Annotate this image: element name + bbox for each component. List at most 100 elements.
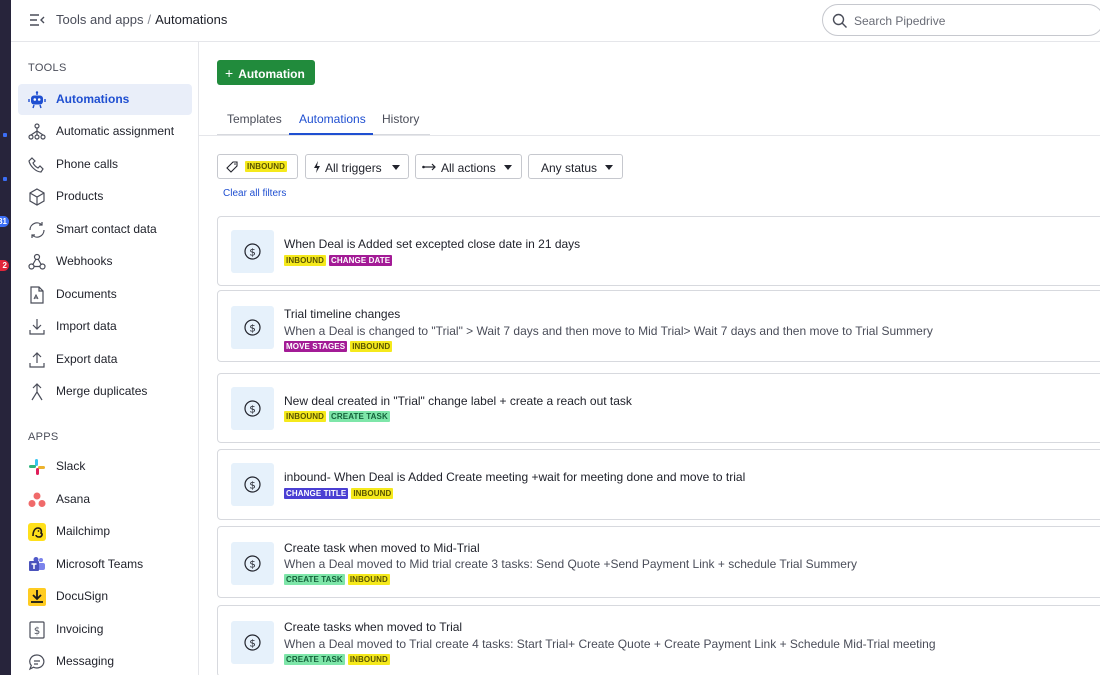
sidebar-item-label: Documents — [56, 287, 117, 301]
phone-icon — [28, 157, 44, 173]
tag-badge: INBOUND — [350, 341, 393, 352]
sidebar-item-messaging[interactable]: Messaging — [18, 646, 192, 675]
deal-icon-tile: $ — [231, 230, 274, 273]
sidebar-item-label: Microsoft Teams — [56, 557, 144, 571]
automation-card[interactable]: $ Create task when moved to Mid-Trial Wh… — [217, 526, 1100, 598]
actions-filter-dropdown[interactable]: All actions — [415, 154, 522, 179]
sidebar-item-label: Import data — [56, 319, 117, 333]
dollar-circle-icon: $ — [244, 634, 261, 651]
sidebar-item-label: Slack — [56, 459, 86, 473]
status-filter-dropdown[interactable]: Any status — [528, 154, 623, 179]
main-content: + Automation Templates Automations Histor… — [199, 42, 1100, 675]
sidebar-item-mailchimp[interactable]: Mailchimp — [18, 516, 192, 547]
sidebar-item-label: Products — [56, 189, 104, 203]
breadcrumb-tools-and-apps[interactable]: Tools and apps — [56, 12, 143, 27]
dollar-circle-icon: $ — [244, 555, 261, 572]
tab-history[interactable]: History — [382, 112, 419, 126]
deal-icon-tile: $ — [231, 463, 274, 506]
sidebar-item-import-data[interactable]: Import data — [18, 311, 192, 342]
svg-text:$: $ — [249, 324, 255, 335]
sidebar-item-export-data[interactable]: Export data — [18, 344, 192, 375]
tag-filter[interactable]: INBOUND — [217, 154, 298, 179]
sidebar-item-merge-duplicates[interactable]: Merge duplicates — [18, 376, 192, 407]
automation-card[interactable]: $ Trial timeline changes When a Deal is … — [217, 290, 1100, 362]
triggers-filter-dropdown[interactable]: All triggers — [305, 154, 409, 179]
sidebar-item-label: DocuSign — [56, 589, 109, 603]
automation-title: Create tasks when moved to Trial — [284, 620, 463, 634]
automation-card[interactable]: $ When Deal is Added set excepted close … — [217, 216, 1100, 286]
automation-title: Trial timeline changes — [284, 307, 401, 321]
sidebar-item-products[interactable]: Products — [18, 181, 192, 212]
automation-tags: CREATE TASK INBOUND — [284, 574, 393, 588]
arrows-icon — [422, 163, 436, 171]
sidebar-item-label: Automations — [56, 92, 130, 106]
tag-badge: MOVE STAGES — [284, 341, 348, 352]
search-box[interactable] — [822, 4, 1100, 36]
sidebar-item-microsoft-teams[interactable]: Microsoft Teams — [18, 549, 192, 580]
tab-automations[interactable]: Automations — [299, 112, 366, 126]
sidebar-item-documents[interactable]: Documents — [18, 279, 192, 310]
sidebar-item-docusign[interactable]: DocuSign — [18, 581, 192, 612]
tag-badge: INBOUND — [284, 255, 327, 266]
sidebar-item-smart-contact-data[interactable]: Smart contact data — [18, 214, 192, 245]
chevron-down-icon — [504, 165, 512, 170]
sidebar: TOOLS Automations Automatic assignment P… — [11, 42, 199, 675]
sidebar-item-invoicing[interactable]: $ Invoicing — [18, 614, 192, 645]
notification-badge[interactable]: 2 — [0, 260, 9, 271]
import-icon — [29, 319, 45, 335]
automation-card[interactable]: $ inbound- When Deal is Added Create mee… — [217, 449, 1100, 520]
sidebar-item-slack[interactable]: Slack — [18, 451, 192, 482]
automation-title: Create task when moved to Mid-Trial — [284, 541, 480, 555]
svg-text:$: $ — [249, 639, 255, 650]
add-automation-button[interactable]: + Automation — [217, 60, 315, 85]
sidebar-item-label: Smart contact data — [56, 222, 157, 236]
strip-indicator-dot[interactable] — [3, 177, 7, 181]
svg-text:$: $ — [34, 626, 40, 637]
notification-badge[interactable]: 31 — [0, 216, 9, 227]
sidebar-item-phone-calls[interactable]: Phone calls — [18, 149, 192, 180]
svg-text:$: $ — [249, 405, 255, 416]
automation-card[interactable]: $ Create tasks when moved to Trial When … — [217, 605, 1100, 675]
svg-text:$: $ — [249, 560, 255, 571]
tab-templates[interactable]: Templates — [227, 112, 282, 126]
deal-icon-tile: $ — [231, 387, 274, 430]
microsoft-teams-icon — [29, 557, 45, 571]
asana-icon — [28, 492, 46, 507]
apps-heading: APPS — [28, 431, 59, 443]
sidebar-item-label: Merge duplicates — [56, 384, 148, 398]
tag-badge: INBOUND — [347, 654, 390, 665]
dollar-circle-icon: $ — [244, 476, 261, 493]
dollar-circle-icon: $ — [244, 243, 261, 260]
deal-icon-tile: $ — [231, 621, 274, 664]
triggers-filter-label: All triggers — [325, 161, 382, 175]
tag-badge: CREATE TASK — [329, 411, 390, 422]
automation-description: When a Deal is changed to "Trial" > Wait… — [284, 324, 933, 338]
breadcrumb: Tools and apps / Automations — [56, 12, 227, 27]
automation-tags: INBOUND CHANGE DATE — [284, 255, 395, 269]
deal-icon-tile: $ — [231, 542, 274, 585]
automation-tags: MOVE STAGES INBOUND — [284, 341, 395, 355]
top-bar: Tools and apps / Automations — [11, 0, 1100, 42]
plus-icon: + — [225, 64, 234, 81]
merge-icon — [31, 383, 43, 401]
sidebar-item-automatic-assignment[interactable]: Automatic assignment — [18, 116, 192, 147]
sidebar-item-asana[interactable]: Asana — [18, 484, 192, 515]
clear-all-filters-link[interactable]: Clear all filters — [223, 188, 286, 199]
chevron-down-icon — [392, 165, 400, 170]
sidebar-item-automations[interactable]: Automations — [18, 84, 192, 115]
automation-tags: CHANGE TITLE INBOUND — [284, 488, 396, 502]
svg-text:$: $ — [249, 248, 255, 259]
automation-card[interactable]: $ New deal created in "Trial" change lab… — [217, 373, 1100, 443]
tag-icon — [226, 161, 238, 173]
search-input[interactable] — [854, 12, 1094, 30]
status-filter-label: Any status — [541, 161, 598, 175]
svg-text:$: $ — [249, 481, 255, 492]
sidebar-item-label: Asana — [56, 492, 91, 506]
tag-badge: INBOUND — [347, 574, 390, 585]
collapse-menu-icon[interactable] — [29, 12, 45, 28]
strip-indicator-dot[interactable] — [3, 133, 7, 137]
sidebar-item-webhooks[interactable]: Webhooks — [18, 246, 192, 277]
breadcrumb-separator: / — [147, 12, 152, 27]
dollar-circle-icon: $ — [244, 319, 261, 336]
app-switcher-strip: 31 2 — [0, 0, 11, 675]
